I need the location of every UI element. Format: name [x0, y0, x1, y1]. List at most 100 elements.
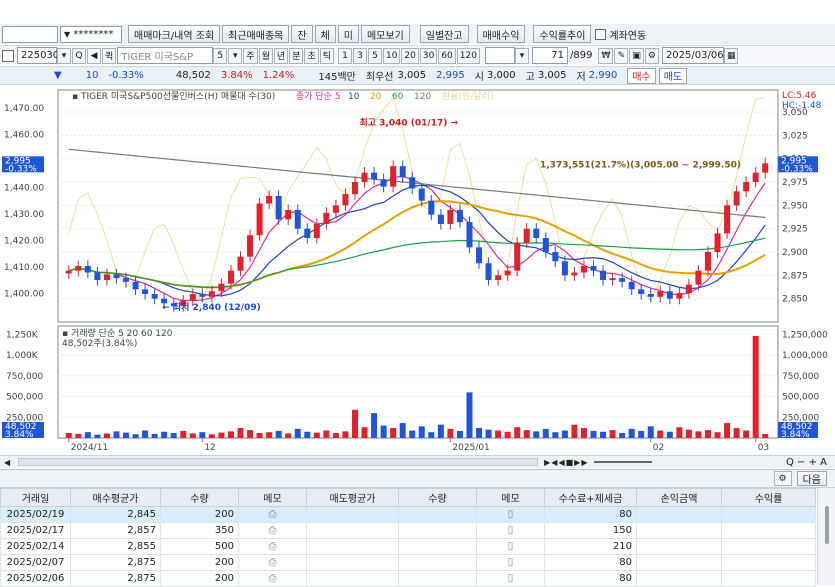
volume-bar: [123, 432, 130, 438]
memo-icon[interactable]: ⎙: [238, 506, 307, 523]
interval-custom-input[interactable]: [484, 47, 515, 64]
column-header[interactable]: 매도평균가: [306, 488, 399, 507]
bar-total: /899: [569, 50, 593, 61]
interval-30[interactable]: 30: [419, 47, 438, 64]
cell-buy-qty: 200: [160, 506, 239, 523]
best-quote-label: 최우선: [365, 72, 394, 83]
unfilled-button[interactable]: 미: [337, 25, 359, 43]
drawing-tools-icons[interactable]: Q − + A: [786, 457, 827, 468]
stock-code-input[interactable]: 225030: [17, 47, 59, 64]
ask-price: 3,005: [397, 70, 427, 81]
trade-profit-button[interactable]: 매매수익: [476, 25, 526, 43]
volume-bar: [447, 428, 454, 438]
column-header[interactable]: 수량: [160, 488, 239, 507]
account-masked-field[interactable]: ▼ ********: [60, 25, 122, 43]
bar-count-input[interactable]: 71: [531, 47, 568, 64]
interval-20[interactable]: 20: [401, 47, 419, 64]
stock-name-field[interactable]: TIGER 미국S&P: [117, 47, 214, 64]
column-header[interactable]: 매수평균가: [70, 488, 161, 507]
next-button[interactable]: 다음: [796, 471, 827, 486]
volume-pane-frame: [57, 325, 779, 439]
grid-scrollbar[interactable]: [817, 488, 835, 585]
column-header[interactable]: 메모: [238, 488, 307, 507]
period-dropdown-icon[interactable]: 5: [213, 47, 228, 64]
interval-60[interactable]: 60: [438, 47, 456, 64]
memo-icon[interactable]: ▯: [476, 522, 545, 539]
volume-bar: [151, 433, 158, 438]
table-row[interactable]: 2025/02/07 2,875 200 ⎙ ▯ 80: [0, 554, 816, 571]
table-row[interactable]: 2025/02/17 2,857 350 ⎙ ▯ 150: [0, 522, 816, 539]
grid-gear-icon[interactable]: ⚙: [773, 471, 792, 486]
trade-mark-lookup-button[interactable]: 매매마크/내역 조회: [128, 25, 221, 43]
memo-icon[interactable]: ▯: [476, 554, 545, 571]
memo-icon[interactable]: ⎙: [238, 554, 307, 571]
price-chart-title: ▪ TIGER 미국S&P500선물인버스(H) 매물대 수(30): [72, 91, 275, 102]
date-input[interactable]: 2025/03/06: [661, 47, 724, 64]
grid-scroll-thumb[interactable]: [825, 506, 829, 544]
save-icon[interactable]: ▣: [629, 47, 644, 64]
search-icon[interactable]: Q: [72, 47, 86, 64]
period-week[interactable]: 주: [243, 47, 258, 64]
gear-icon[interactable]: ⚙: [644, 47, 659, 64]
memo-view-button[interactable]: 메모보기: [360, 25, 410, 43]
memo-icon[interactable]: ▯: [476, 570, 545, 587]
period-month[interactable]: 월: [258, 47, 273, 64]
volume-bar: [533, 431, 540, 438]
column-header[interactable]: 메모: [476, 488, 545, 507]
prev-stock-icon[interactable]: ◀: [87, 47, 101, 64]
return-trend-button[interactable]: 수익률추이: [533, 25, 592, 43]
buy-button[interactable]: 매수: [627, 67, 656, 84]
chart-scrollbar[interactable]: [18, 458, 539, 466]
stock-chart[interactable]: 3,0503,0253,0002,9752,9502,9252,9002,875…: [0, 86, 835, 454]
chart-area[interactable]: 3,0503,0253,0002,9752,9502,9252,9002,875…: [0, 86, 835, 454]
interval-10[interactable]: 10: [382, 47, 401, 64]
column-header[interactable]: 수익률: [721, 488, 816, 507]
compare-icon[interactable]: ₩: [598, 47, 614, 64]
daily-balance-button[interactable]: 일별잔고: [419, 25, 469, 43]
tools-icon[interactable]: ✎: [614, 47, 629, 64]
period-select-icon[interactable]: ▾: [228, 47, 243, 64]
column-header[interactable]: 손익금액: [636, 488, 722, 507]
candle-body: [94, 272, 101, 280]
code-dropdown-icon[interactable]: ▾: [57, 47, 71, 64]
recent-trades-button[interactable]: 최근매매종목: [222, 25, 290, 43]
volume-bar: [523, 430, 530, 438]
volume-bar: [304, 431, 311, 438]
pin-icon[interactable]: 퀵: [102, 47, 117, 64]
fill-button[interactable]: 체: [314, 25, 336, 43]
play-controls-icon[interactable]: ▶◀◀■▶▶: [544, 458, 588, 467]
memo-icon[interactable]: ▯: [476, 506, 545, 523]
interval-dropdown-icon[interactable]: ▾: [514, 47, 529, 64]
table-row[interactable]: 2025/02/19 2,845 200 ⎙ ▯ 80: [0, 506, 816, 523]
table-row[interactable]: 2025/02/14 2,855 500 ⎙ ▯ 210: [0, 538, 816, 555]
column-header[interactable]: 수수료+제세금: [544, 488, 637, 507]
candle-body: [485, 263, 492, 280]
table-row[interactable]: 2025/02/06 2,875 200 ⎙ ▯ 80: [0, 570, 816, 587]
calendar-icon[interactable]: ▦: [723, 47, 739, 64]
account-select[interactable]: [2, 25, 58, 43]
high-annotation: 최고 3,040 (01/17) →: [359, 116, 458, 128]
sell-button[interactable]: 매도: [658, 67, 688, 84]
period-second[interactable]: 초: [304, 47, 319, 64]
period-minute[interactable]: 분: [289, 47, 304, 64]
interval-120[interactable]: 120: [456, 47, 480, 64]
volume-bar: [361, 427, 368, 438]
volume-bar: [351, 409, 358, 438]
scroll-left-icon[interactable]: ◀: [4, 458, 10, 467]
column-header[interactable]: 수량: [398, 488, 477, 507]
memo-icon[interactable]: ⎙: [238, 538, 307, 555]
period-year[interactable]: 년: [273, 47, 289, 64]
zoom-slider[interactable]: [594, 461, 653, 463]
interval-1[interactable]: 1: [337, 47, 352, 64]
balance-button[interactable]: 잔: [291, 25, 313, 43]
memo-icon[interactable]: ▯: [476, 538, 545, 555]
account-link-checkbox[interactable]: [595, 28, 607, 40]
interval-5[interactable]: 5: [367, 47, 382, 64]
memo-icon[interactable]: ⎙: [238, 570, 307, 587]
left-axis-label: 1,440.00: [4, 184, 44, 194]
memo-icon[interactable]: ⎙: [238, 522, 307, 539]
column-header[interactable]: 거래일: [0, 488, 71, 507]
period-tick[interactable]: 틱: [319, 47, 334, 64]
interval-3[interactable]: 3: [352, 47, 367, 64]
panel-icon[interactable]: [2, 49, 14, 62]
